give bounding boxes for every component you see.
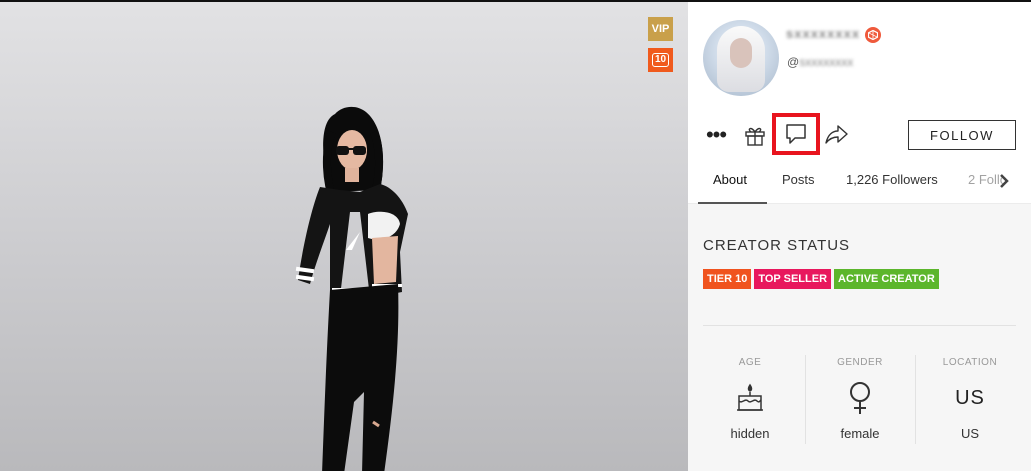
profile-panel: sxxxxxxxx @sxxxxxxxx ••• FOLLOW About Po… (688, 2, 1031, 471)
stat-gender: GENDER female (805, 354, 915, 444)
more-options-button[interactable]: ••• (703, 123, 729, 147)
avatar-face (730, 38, 752, 68)
level-badge-value: 10 (651, 53, 670, 67)
chevron-right-icon[interactable] (994, 169, 1014, 193)
female-symbol-icon (850, 382, 870, 414)
share-icon[interactable] (823, 122, 849, 148)
stat-gender-label: GENDER (837, 357, 883, 368)
stat-age-value: hidden (730, 426, 770, 441)
tab-followers[interactable]: 1,226 Followers (846, 172, 938, 187)
avatar-figure (295, 106, 408, 471)
stat-location-value: US (960, 426, 980, 441)
vip-badge: VIP (648, 17, 673, 41)
level-badge: 10 (648, 48, 673, 72)
user-handle: @sxxxxxxxx (787, 55, 853, 69)
creator-status-chips: TIER 10 TOP SELLER ACTIVE CREATOR (703, 269, 939, 289)
gift-icon[interactable] (742, 122, 768, 148)
message-button[interactable] (772, 113, 820, 155)
about-section: CREATOR STATUS TIER 10 TOP SELLER ACTIVE… (688, 204, 1031, 471)
stat-age-label: AGE (738, 357, 762, 368)
tab-posts[interactable]: Posts (782, 172, 815, 187)
vip-status-icon (865, 27, 881, 43)
follow-button[interactable]: FOLLOW (908, 120, 1016, 150)
stat-gender-value: female (840, 426, 880, 441)
creator-status-title: CREATOR STATUS (703, 237, 851, 254)
handle-prefix: @ (787, 55, 800, 69)
stat-location-label: LOCATION (942, 357, 998, 368)
chip-active-creator: ACTIVE CREATOR (834, 269, 939, 289)
section-divider (703, 325, 1016, 326)
avatar[interactable] (703, 20, 779, 96)
profile-actions: ••• FOLLOW (688, 113, 1031, 155)
birthday-cake-icon (737, 383, 763, 411)
stat-age: AGE hidden (695, 354, 805, 444)
location-code: US (955, 386, 985, 409)
tab-about[interactable]: About (713, 172, 747, 187)
chip-tier: TIER 10 (703, 269, 752, 289)
stat-location: LOCATION US US (915, 354, 1025, 444)
chip-top-seller: TOP SELLER (754, 269, 832, 289)
profile-tabs: About Posts 1,226 Followers 2 Follo (688, 160, 1031, 204)
avatar-stage: VIP 10 (0, 2, 688, 471)
top-border (0, 0, 1031, 2)
username: sxxxxxxxx (786, 26, 861, 41)
chat-bubble-icon (786, 124, 806, 144)
handle-text: sxxxxxxxx (799, 55, 854, 69)
